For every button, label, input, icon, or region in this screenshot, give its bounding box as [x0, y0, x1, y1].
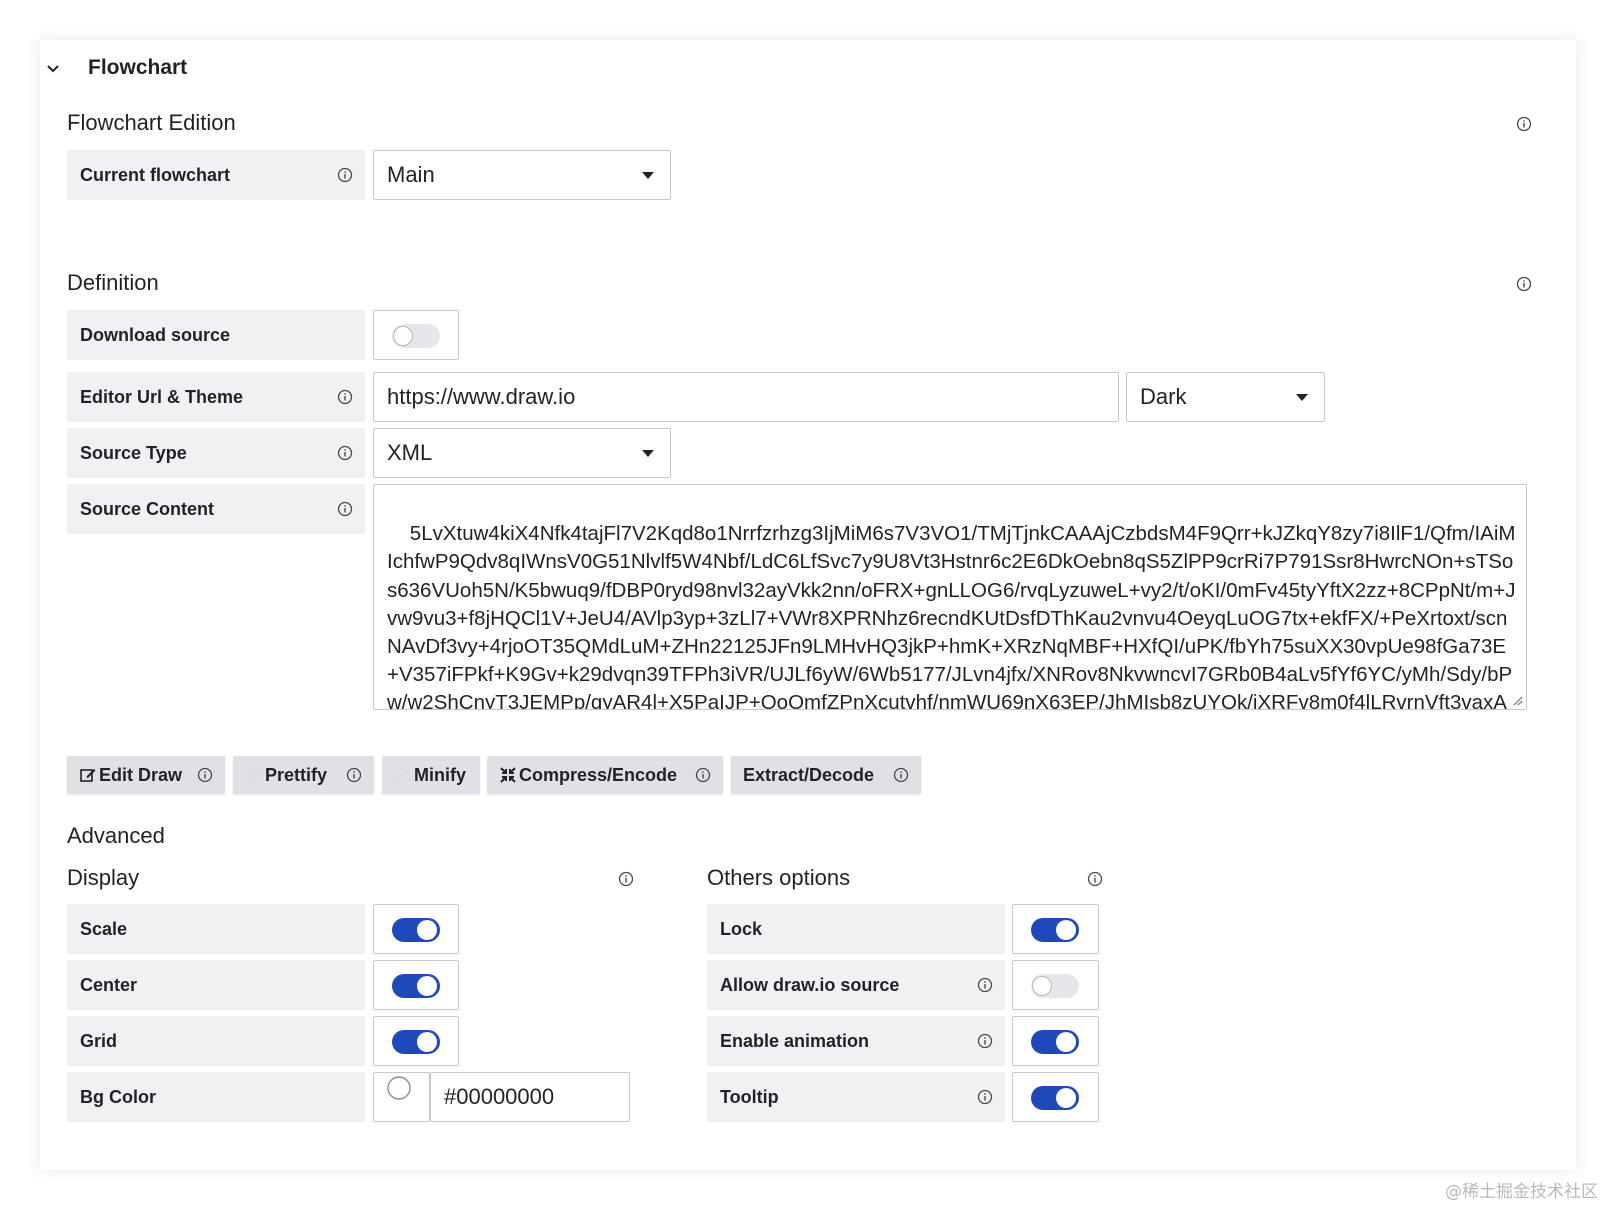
info-icon[interactable]: [977, 1089, 993, 1105]
edit-icon: [80, 769, 96, 782]
current-flowchart-select[interactable]: Main: [373, 150, 671, 200]
info-icon[interactable]: [618, 871, 634, 887]
allow-drawio-source-label: Allow draw.io source: [707, 960, 1005, 1010]
caret-down-icon: [642, 450, 654, 457]
bg-color-label: Bg Color: [67, 1072, 365, 1122]
section-title-definition: Definition: [67, 270, 159, 295]
center-toggle[interactable]: [392, 974, 440, 998]
section-title-advanced: Advanced: [67, 823, 165, 848]
chevron-down-icon[interactable]: [46, 64, 60, 74]
center-switch-box: [373, 960, 459, 1010]
lock-switch-box: [1012, 904, 1099, 954]
grid-toggle[interactable]: [392, 1030, 440, 1054]
panel-header[interactable]: Flowchart: [40, 40, 1576, 96]
toggle-knob: [1056, 1088, 1076, 1108]
tooltip-label: Tooltip: [707, 1072, 1005, 1122]
allow-drawio-source-switch-box: [1012, 960, 1099, 1010]
toggle-knob: [417, 1032, 437, 1052]
info-icon[interactable]: [893, 767, 909, 783]
info-icon[interactable]: [337, 501, 353, 517]
theme-select[interactable]: Dark: [1126, 372, 1325, 422]
info-icon[interactable]: [977, 977, 993, 993]
info-icon[interactable]: [1516, 276, 1532, 292]
compress-encode-button[interactable]: Compress/Encode: [487, 756, 723, 794]
toggle-knob: [1032, 976, 1052, 996]
source-content-label: Source Content: [67, 484, 365, 534]
flowchart-panel: Flowchart Flowchart Edition Current flow…: [40, 40, 1576, 1170]
info-icon[interactable]: [337, 389, 353, 405]
section-title-display: Display: [67, 865, 140, 890]
center-label: Center: [67, 960, 365, 1010]
current-flowchart-label: Current flowchart: [67, 150, 365, 200]
prettify-button[interactable]: Prettify: [233, 756, 374, 794]
edit-draw-button[interactable]: Edit Draw: [67, 756, 225, 794]
toggle-knob: [417, 976, 437, 996]
toggle-knob: [1056, 920, 1076, 940]
download-source-toggle[interactable]: [392, 324, 440, 348]
info-icon[interactable]: [337, 445, 353, 461]
info-icon[interactable]: [197, 767, 213, 783]
resize-handle-icon[interactable]: [1511, 694, 1523, 706]
extract-decode-button[interactable]: Extract/Decode: [731, 756, 921, 794]
scale-switch-box: [373, 904, 459, 954]
info-icon[interactable]: [695, 767, 711, 783]
watermark: @稀土掘金技术社区: [1445, 1182, 1598, 1202]
lock-label: Lock: [707, 904, 1005, 954]
toggle-knob: [417, 920, 437, 940]
lock-toggle[interactable]: [1031, 918, 1079, 942]
scale-toggle[interactable]: [392, 918, 440, 942]
tooltip-toggle[interactable]: [1031, 1086, 1079, 1110]
info-icon[interactable]: [1087, 871, 1103, 887]
toggle-knob: [393, 326, 413, 346]
info-icon[interactable]: [337, 167, 353, 183]
magic-icon: [397, 770, 409, 782]
color-circle-icon: [387, 1076, 411, 1100]
bg-color-swatch[interactable]: [373, 1072, 430, 1122]
toggle-knob: [1056, 1032, 1076, 1052]
info-icon[interactable]: [346, 767, 362, 783]
download-source-switch-box: [373, 310, 459, 360]
source-type-label: Source Type: [67, 428, 365, 478]
grid-label: Grid: [67, 1016, 365, 1066]
enable-animation-switch-box: [1012, 1016, 1099, 1066]
magic-icon: [248, 770, 260, 782]
compress-icon: [500, 767, 516, 783]
scale-label: Scale: [67, 904, 365, 954]
section-title-edition: Flowchart Edition: [67, 110, 236, 135]
caret-down-icon: [642, 172, 654, 179]
grid-switch-box: [373, 1016, 459, 1066]
tooltip-switch-box: [1012, 1072, 1099, 1122]
enable-animation-label: Enable animation: [707, 1016, 1005, 1066]
caret-down-icon: [1296, 394, 1308, 401]
bg-color-input[interactable]: #00000000: [430, 1072, 630, 1122]
allow-drawio-source-toggle[interactable]: [1031, 974, 1079, 998]
editor-url-input[interactable]: https://www.draw.io: [373, 372, 1119, 422]
info-icon[interactable]: [1516, 116, 1532, 132]
download-source-label: Download source: [67, 310, 365, 360]
section-title-others: Others options: [707, 865, 851, 890]
info-icon[interactable]: [977, 1033, 993, 1049]
panel-title: Flowchart: [88, 56, 188, 79]
minify-button[interactable]: Minify: [382, 756, 480, 794]
source-type-select[interactable]: XML: [373, 428, 671, 478]
enable-animation-toggle[interactable]: [1031, 1030, 1079, 1054]
source-content-textarea[interactable]: 5LvXtuw4kiX4Nfk4tajFl7V2Kqd8o1Nrrfzrhzg3…: [373, 484, 1527, 710]
editor-url-theme-label: Editor Url & Theme: [67, 372, 365, 422]
